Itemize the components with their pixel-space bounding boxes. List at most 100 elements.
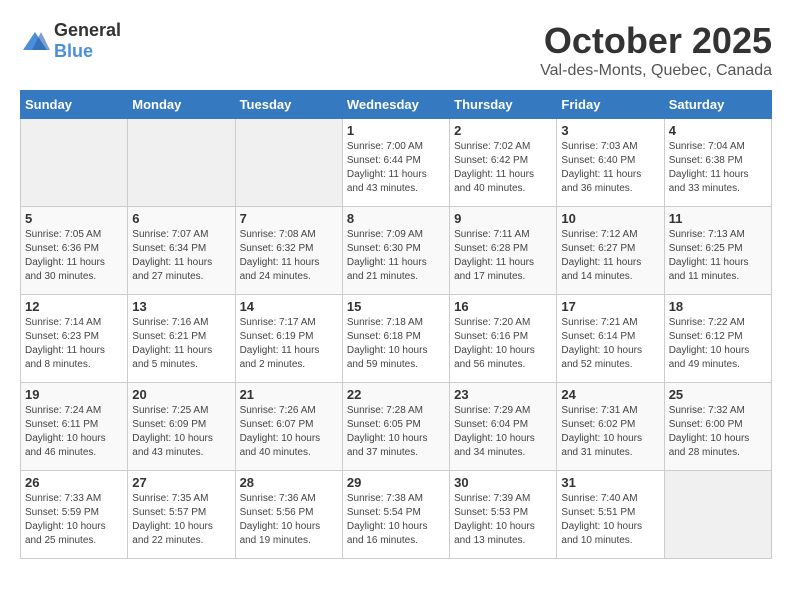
day-number: 7: [240, 211, 338, 226]
day-number: 9: [454, 211, 552, 226]
calendar-cell: 4 Sunrise: 7:04 AM Sunset: 6:38 PM Daylig…: [664, 119, 771, 207]
day-info: Sunrise: 7:20 AM Sunset: 6:16 PM Dayligh…: [454, 316, 552, 372]
calendar-cell: 13Sunrise: 7:16 AM Sunset: 6:21 PM Dayli…: [128, 295, 235, 383]
calendar-cell: 21Sunrise: 7:26 AM Sunset: 6:07 PM Dayli…: [235, 383, 342, 471]
day-info: Sunrise: 7:36 AM Sunset: 5:56 PM Dayligh…: [240, 492, 338, 548]
calendar-cell: 7Sunrise: 7:08 AM Sunset: 6:32 PM Daylig…: [235, 207, 342, 295]
calendar-cell: 5 Sunrise: 7:05 AM Sunset: 6:36 PM Daylig…: [21, 207, 128, 295]
week-row-2: 5 Sunrise: 7:05 AM Sunset: 6:36 PM Daylig…: [21, 207, 772, 295]
calendar-cell: 2Sunrise: 7:02 AM Sunset: 6:42 PM Daylig…: [450, 119, 557, 207]
calendar-cell: 18 Sunrise: 7:22 AM Sunset: 6:12 PM Dayli…: [664, 295, 771, 383]
title-area: October 2025 Val-des-Monts, Quebec, Cana…: [540, 20, 772, 80]
day-number: 18: [669, 299, 767, 314]
calendar-cell: 23 Sunrise: 7:29 AM Sunset: 6:04 PM Dayli…: [450, 383, 557, 471]
day-info: Sunrise: 7:07 AM Sunset: 6:34 PM Dayligh…: [132, 228, 230, 284]
header-sunday: Sunday: [21, 91, 128, 119]
day-number: 11: [669, 211, 767, 226]
header: General Blue October 2025 Val-des-Monts,…: [20, 20, 772, 80]
day-number: 10: [561, 211, 659, 226]
calendar-cell: 17Sunrise: 7:21 AM Sunset: 6:14 PM Dayli…: [557, 295, 664, 383]
calendar-cell: 11 Sunrise: 7:13 AM Sunset: 6:25 PM Dayli…: [664, 207, 771, 295]
calendar-cell: 12 Sunrise: 7:14 AM Sunset: 6:23 PM Dayli…: [21, 295, 128, 383]
day-info: Sunrise: 7:29 AM Sunset: 6:04 PM Dayligh…: [454, 404, 552, 460]
header-tuesday: Tuesday: [235, 91, 342, 119]
day-number: 2: [454, 123, 552, 138]
day-number: 5: [25, 211, 123, 226]
day-number: 30: [454, 475, 552, 490]
calendar-cell: 25 Sunrise: 7:32 AM Sunset: 6:00 PM Dayli…: [664, 383, 771, 471]
day-info: Sunrise: 7:32 AM Sunset: 6:00 PM Dayligh…: [669, 404, 767, 460]
calendar-cell: 6 Sunrise: 7:07 AM Sunset: 6:34 PM Daylig…: [128, 207, 235, 295]
calendar-cell: 3Sunrise: 7:03 AM Sunset: 6:40 PM Daylig…: [557, 119, 664, 207]
header-saturday: Saturday: [664, 91, 771, 119]
calendar-cell: 22Sunrise: 7:28 AM Sunset: 6:05 PM Dayli…: [342, 383, 449, 471]
logo-text-general: General: [54, 20, 121, 40]
logo-icon: [20, 29, 50, 53]
day-number: 19: [25, 387, 123, 402]
calendar-cell: [664, 471, 771, 559]
day-number: 16: [454, 299, 552, 314]
calendar-cell: 9 Sunrise: 7:11 AM Sunset: 6:28 PM Daylig…: [450, 207, 557, 295]
day-info: Sunrise: 7:33 AM Sunset: 5:59 PM Dayligh…: [25, 492, 123, 548]
calendar-cell: 28 Sunrise: 7:36 AM Sunset: 5:56 PM Dayli…: [235, 471, 342, 559]
week-row-5: 26Sunrise: 7:33 AM Sunset: 5:59 PM Dayli…: [21, 471, 772, 559]
day-number: 29: [347, 475, 445, 490]
day-info: Sunrise: 7:09 AM Sunset: 6:30 PM Dayligh…: [347, 228, 445, 284]
calendar-table: SundayMondayTuesdayWednesdayThursdayFrid…: [20, 90, 772, 559]
calendar-cell: [128, 119, 235, 207]
calendar-cell: [235, 119, 342, 207]
logo: General Blue: [20, 20, 121, 62]
calendar-cell: 10 Sunrise: 7:12 AM Sunset: 6:27 PM Dayli…: [557, 207, 664, 295]
day-number: 4: [669, 123, 767, 138]
day-info: Sunrise: 7:38 AM Sunset: 5:54 PM Dayligh…: [347, 492, 445, 548]
day-info: Sunrise: 7:39 AM Sunset: 5:53 PM Dayligh…: [454, 492, 552, 548]
calendar-header-row: SundayMondayTuesdayWednesdayThursdayFrid…: [21, 91, 772, 119]
calendar-cell: 26Sunrise: 7:33 AM Sunset: 5:59 PM Dayli…: [21, 471, 128, 559]
day-number: 24: [561, 387, 659, 402]
day-info: Sunrise: 7:03 AM Sunset: 6:40 PM Dayligh…: [561, 140, 659, 196]
day-info: Sunrise: 7:11 AM Sunset: 6:28 PM Dayligh…: [454, 228, 552, 284]
day-number: 28: [240, 475, 338, 490]
day-info: Sunrise: 7:14 AM Sunset: 6:23 PM Dayligh…: [25, 316, 123, 372]
day-info: Sunrise: 7:24 AM Sunset: 6:11 PM Dayligh…: [25, 404, 123, 460]
calendar-cell: [21, 119, 128, 207]
calendar-cell: 14 Sunrise: 7:17 AM Sunset: 6:19 PM Dayli…: [235, 295, 342, 383]
logo-text-blue: Blue: [54, 41, 93, 61]
day-info: Sunrise: 7:18 AM Sunset: 6:18 PM Dayligh…: [347, 316, 445, 372]
day-info: Sunrise: 7:31 AM Sunset: 6:02 PM Dayligh…: [561, 404, 659, 460]
day-number: 27: [132, 475, 230, 490]
calendar-cell: 15 Sunrise: 7:18 AM Sunset: 6:18 PM Dayli…: [342, 295, 449, 383]
calendar-cell: 30 Sunrise: 7:39 AM Sunset: 5:53 PM Dayli…: [450, 471, 557, 559]
day-info: Sunrise: 7:12 AM Sunset: 6:27 PM Dayligh…: [561, 228, 659, 284]
day-number: 8: [347, 211, 445, 226]
day-info: Sunrise: 7:40 AM Sunset: 5:51 PM Dayligh…: [561, 492, 659, 548]
day-info: Sunrise: 7:22 AM Sunset: 6:12 PM Dayligh…: [669, 316, 767, 372]
day-number: 25: [669, 387, 767, 402]
day-info: Sunrise: 7:04 AM Sunset: 6:38 PM Dayligh…: [669, 140, 767, 196]
calendar-cell: 19 Sunrise: 7:24 AM Sunset: 6:11 PM Dayli…: [21, 383, 128, 471]
header-monday: Monday: [128, 91, 235, 119]
calendar-cell: 20Sunrise: 7:25 AM Sunset: 6:09 PM Dayli…: [128, 383, 235, 471]
day-number: 23: [454, 387, 552, 402]
day-info: Sunrise: 7:13 AM Sunset: 6:25 PM Dayligh…: [669, 228, 767, 284]
calendar-cell: 27Sunrise: 7:35 AM Sunset: 5:57 PM Dayli…: [128, 471, 235, 559]
week-row-4: 19 Sunrise: 7:24 AM Sunset: 6:11 PM Dayli…: [21, 383, 772, 471]
calendar-cell: 31 Sunrise: 7:40 AM Sunset: 5:51 PM Dayli…: [557, 471, 664, 559]
day-info: Sunrise: 7:21 AM Sunset: 6:14 PM Dayligh…: [561, 316, 659, 372]
day-info: Sunrise: 7:16 AM Sunset: 6:21 PM Dayligh…: [132, 316, 230, 372]
day-info: Sunrise: 7:26 AM Sunset: 6:07 PM Dayligh…: [240, 404, 338, 460]
calendar-cell: 29 Sunrise: 7:38 AM Sunset: 5:54 PM Dayli…: [342, 471, 449, 559]
calendar-cell: 1Sunrise: 7:00 AM Sunset: 6:44 PM Daylig…: [342, 119, 449, 207]
day-number: 6: [132, 211, 230, 226]
month-title: October 2025: [540, 20, 772, 62]
day-info: Sunrise: 7:05 AM Sunset: 6:36 PM Dayligh…: [25, 228, 123, 284]
week-row-3: 12 Sunrise: 7:14 AM Sunset: 6:23 PM Dayli…: [21, 295, 772, 383]
day-number: 22: [347, 387, 445, 402]
day-number: 12: [25, 299, 123, 314]
day-number: 14: [240, 299, 338, 314]
day-info: Sunrise: 7:00 AM Sunset: 6:44 PM Dayligh…: [347, 140, 445, 196]
day-number: 15: [347, 299, 445, 314]
day-info: Sunrise: 7:17 AM Sunset: 6:19 PM Dayligh…: [240, 316, 338, 372]
day-number: 31: [561, 475, 659, 490]
header-thursday: Thursday: [450, 91, 557, 119]
